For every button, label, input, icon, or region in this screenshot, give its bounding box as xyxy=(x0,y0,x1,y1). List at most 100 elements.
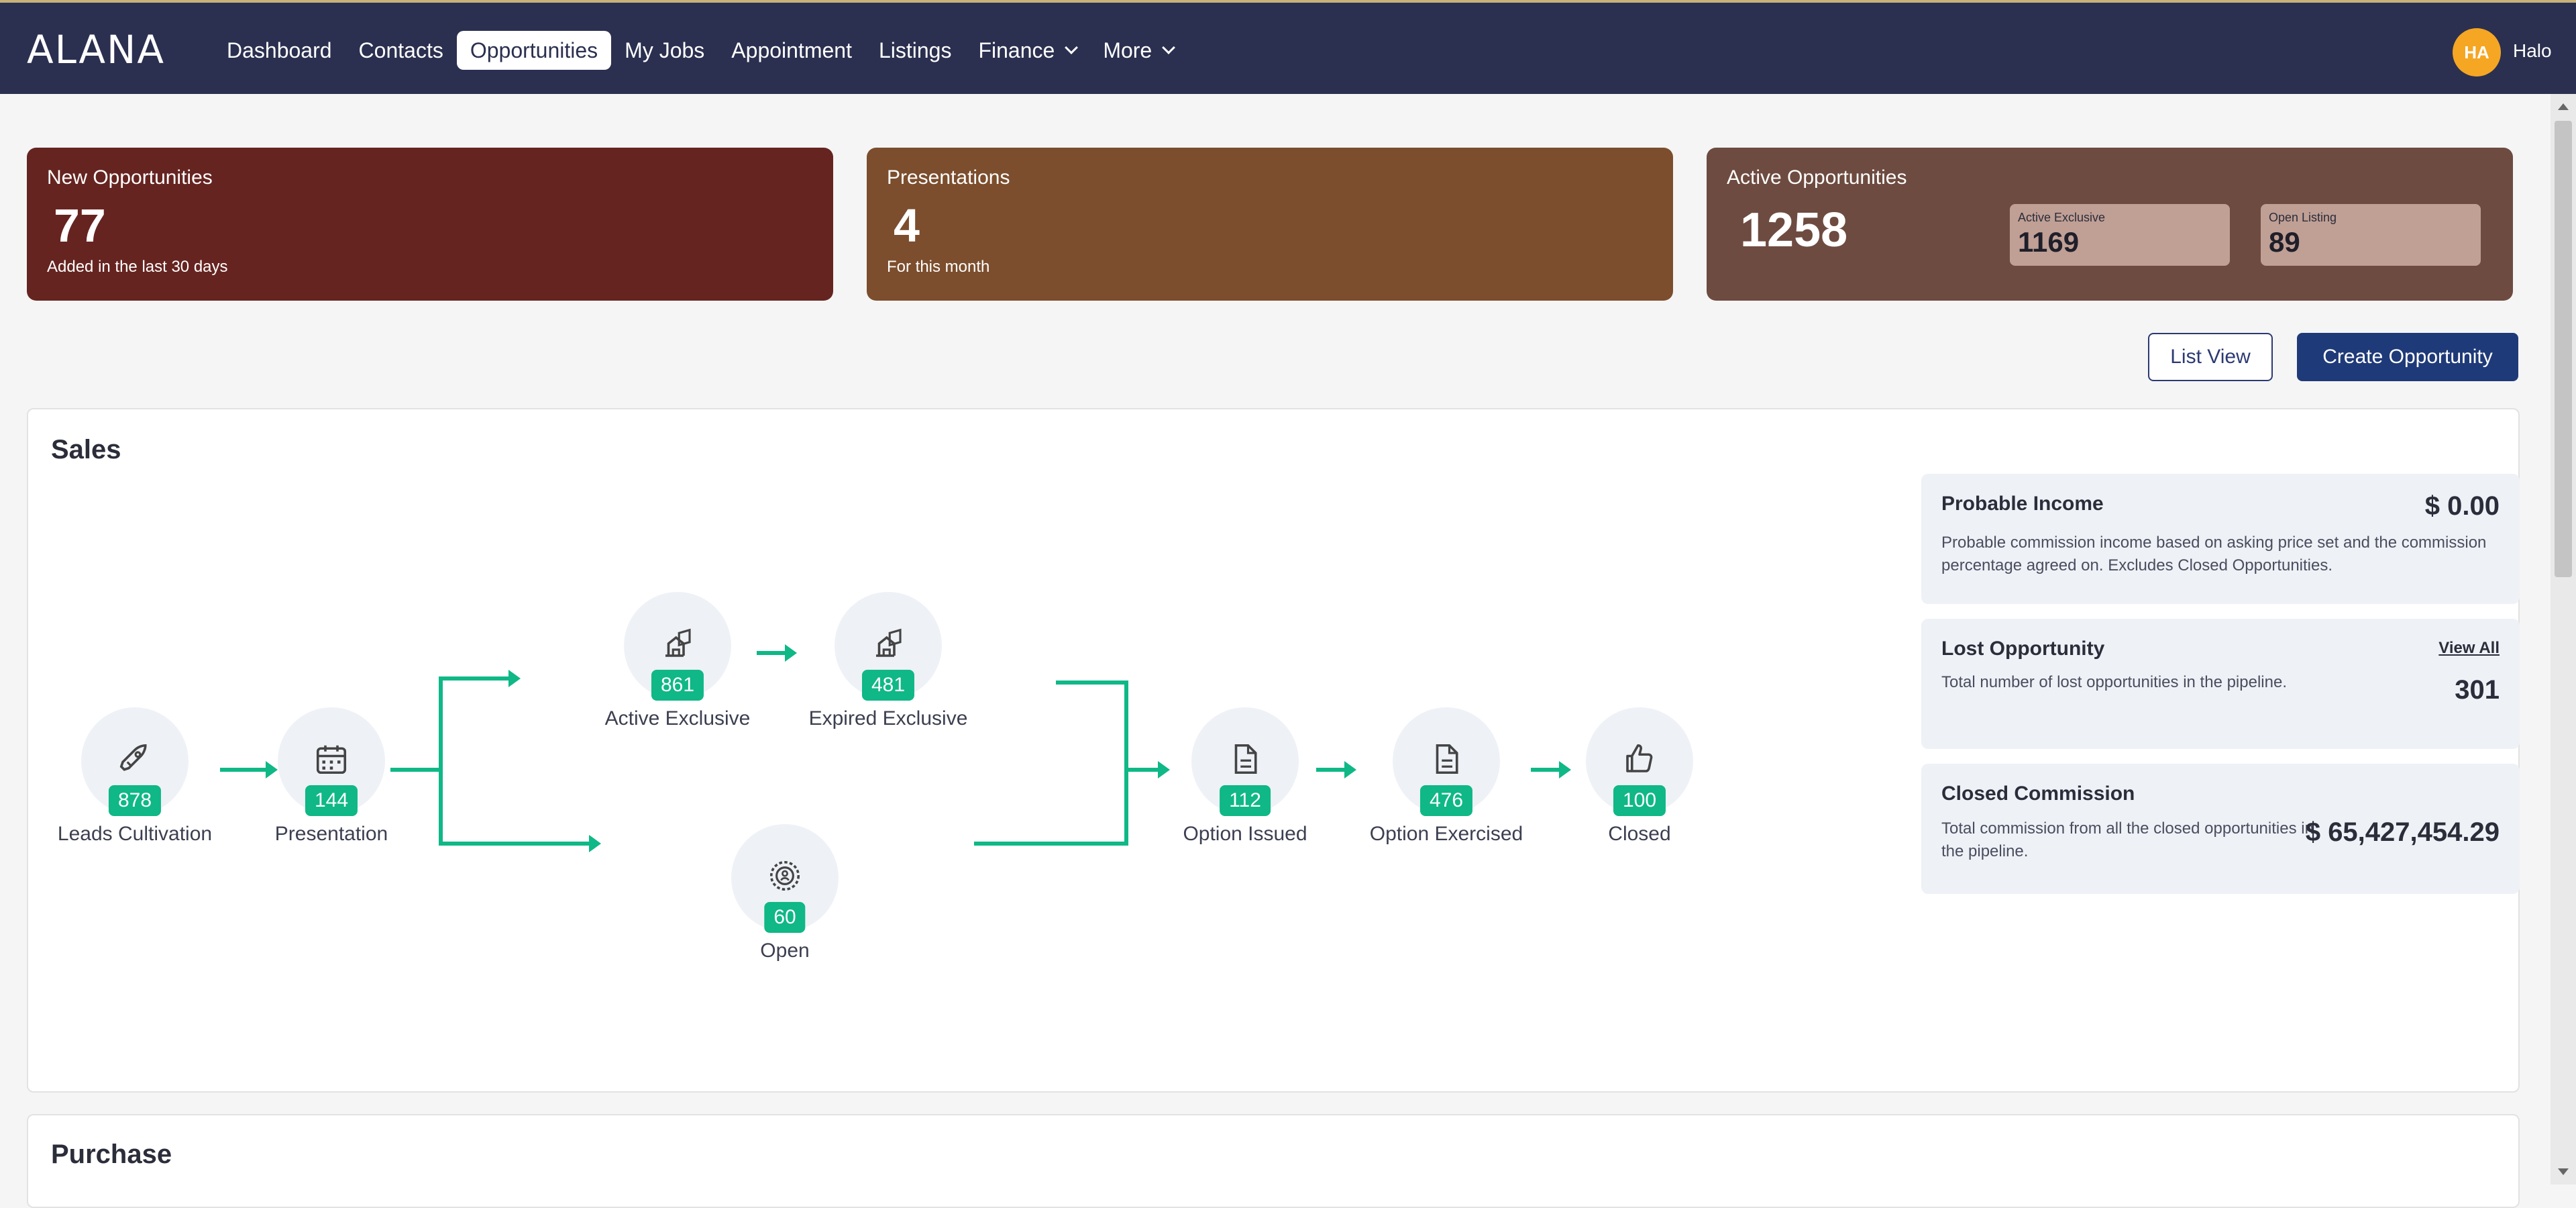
create-opportunity-button[interactable]: Create Opportunity xyxy=(2297,333,2518,381)
stage-count: 112 xyxy=(1220,785,1271,816)
probable-income-card: Probable Income $ 0.00 Probable commissi… xyxy=(1921,474,2520,604)
nav-label: My Jobs xyxy=(625,38,705,62)
info-title: Probable Income xyxy=(1941,493,2104,515)
thumbs-up-icon xyxy=(1626,744,1653,772)
nav-label: Contacts xyxy=(358,38,443,62)
open-badge-icon xyxy=(769,860,800,891)
info-value: $ 0.00 xyxy=(2424,491,2500,521)
info-description: Total number of lost opportunities in th… xyxy=(1941,673,2287,691)
stage-circle: 60 xyxy=(731,824,839,933)
mini-label: Active Exclusive xyxy=(2018,211,2106,224)
stage-circle: 878 xyxy=(81,707,189,816)
stage-active-exclusive[interactable]: 861 Active Exclusive xyxy=(570,592,785,730)
stage-circle: 481 xyxy=(835,592,942,701)
stage-count: 878 xyxy=(108,785,162,816)
purchase-panel: Purchase xyxy=(27,1114,2520,1208)
arrow-head xyxy=(589,835,601,852)
stage-open[interactable]: 60 Open xyxy=(678,824,892,962)
info-description: Total commission from all the closed opp… xyxy=(1941,819,2314,860)
stage-closed[interactable]: 100 Closed xyxy=(1532,707,1747,846)
stage-count: 861 xyxy=(651,670,704,701)
stage-circle: 100 xyxy=(1586,707,1693,816)
stage-label: Option Issued xyxy=(1183,823,1307,845)
mini-label: Open Listing xyxy=(2269,211,2337,224)
house-sign-icon xyxy=(665,628,691,657)
stage-option-issued[interactable]: 112 Option Issued xyxy=(1138,707,1352,846)
user-name[interactable]: Halo xyxy=(2513,40,2552,62)
stage-circle: 476 xyxy=(1393,707,1500,816)
stage-label: Open xyxy=(760,940,810,962)
nav-my-jobs[interactable]: My Jobs xyxy=(611,31,718,70)
stage-label: Expired Exclusive xyxy=(808,707,968,729)
lost-opportunity-card: Lost Opportunity View All Total number o… xyxy=(1921,619,2520,749)
stage-count: 144 xyxy=(305,785,358,816)
chevron-down-icon xyxy=(1162,41,1176,54)
presentations-card[interactable]: Presentations 4 For this month xyxy=(867,148,1673,301)
stage-expired-exclusive[interactable]: 481 Expired Exclusive xyxy=(781,592,996,730)
house-sign-icon xyxy=(876,628,902,657)
stage-option-exercised[interactable]: 476 Option Exercised xyxy=(1339,707,1554,846)
nav-label: Appointment xyxy=(731,38,852,62)
active-opportunities-card[interactable]: Active Opportunities 1258 Active Exclusi… xyxy=(1707,148,2513,301)
avatar[interactable]: HA xyxy=(2453,28,2501,77)
list-view-button[interactable]: List View xyxy=(2148,333,2273,381)
nav-listings[interactable]: Listings xyxy=(865,31,965,70)
card-label: Active Opportunities xyxy=(1727,166,1907,189)
stage-label: Presentation xyxy=(274,823,388,845)
scroll-down-icon[interactable] xyxy=(2558,1168,2569,1175)
nav-dashboard[interactable]: Dashboard xyxy=(213,31,345,70)
flow-connector xyxy=(439,676,511,681)
section-title: Purchase xyxy=(51,1140,172,1169)
card-subtitle: Added in the last 30 days xyxy=(47,258,228,276)
app-logo[interactable]: ALANA xyxy=(27,27,165,72)
card-value: 77 xyxy=(54,199,106,252)
view-all-link[interactable]: View All xyxy=(2438,639,2500,658)
nav-label: Finance xyxy=(978,38,1055,62)
stage-label: Option Exercised xyxy=(1369,823,1523,845)
active-exclusive-stat[interactable]: Active Exclusive 1169 xyxy=(2010,204,2230,266)
stage-leads-cultivation[interactable]: 878 Leads Cultivation xyxy=(28,707,242,846)
flow-connector xyxy=(974,842,1128,846)
stage-count: 481 xyxy=(861,670,915,701)
flow-connector xyxy=(439,676,443,846)
stage-circle: 861 xyxy=(624,592,731,701)
stage-label: Closed xyxy=(1608,823,1671,845)
card-label: Presentations xyxy=(887,166,1010,189)
scroll-thumb[interactable] xyxy=(2555,121,2572,577)
nav-label: Listings xyxy=(878,38,952,62)
nav-contacts[interactable]: Contacts xyxy=(345,31,457,70)
stage-count: 60 xyxy=(764,902,806,933)
info-value: 301 xyxy=(2455,675,2500,705)
nav-more[interactable]: More xyxy=(1089,31,1187,70)
nav-label: Opportunities xyxy=(470,38,598,62)
top-nav-bar: ALANA Dashboard Contacts Opportunities M… xyxy=(0,0,2576,94)
info-title: Lost Opportunity xyxy=(1941,638,2105,660)
closed-commission-card: Closed Commission Total commission from … xyxy=(1921,764,2520,894)
chevron-down-icon xyxy=(1065,41,1079,54)
info-value: $ 65,427,454.29 xyxy=(2305,817,2500,847)
nav-finance[interactable]: Finance xyxy=(965,31,1089,70)
nav-opportunities[interactable]: Opportunities xyxy=(456,31,612,70)
card-value: 4 xyxy=(894,199,920,252)
document-icon xyxy=(1436,744,1458,774)
card-label: New Opportunities xyxy=(47,166,213,189)
new-opportunities-card[interactable]: New Opportunities 77 Added in the last 3… xyxy=(27,148,833,301)
section-title: Sales xyxy=(51,435,121,464)
info-description: Probable commission income based on aski… xyxy=(1941,534,2487,574)
nav-label: Dashboard xyxy=(227,38,332,62)
stage-count: 100 xyxy=(1613,785,1666,816)
page-scrollbar[interactable] xyxy=(2551,94,2576,1185)
flow-connector xyxy=(1124,681,1128,846)
stage-presentation[interactable]: 144 Presentation xyxy=(224,707,439,846)
stage-circle: 112 xyxy=(1191,707,1299,816)
nav-appointment[interactable]: Appointment xyxy=(718,31,865,70)
stage-circle: 144 xyxy=(278,707,385,816)
nav-label: More xyxy=(1103,38,1152,62)
main-nav: Dashboard Contacts Opportunities My Jobs… xyxy=(213,31,1187,70)
open-listing-stat[interactable]: Open Listing 89 xyxy=(2261,204,2481,266)
card-subtitle: For this month xyxy=(887,258,990,276)
scroll-up-icon[interactable] xyxy=(2558,103,2569,110)
flow-connector xyxy=(439,842,592,846)
mini-value: 89 xyxy=(2269,226,2300,258)
mini-value: 1169 xyxy=(2018,226,2080,258)
